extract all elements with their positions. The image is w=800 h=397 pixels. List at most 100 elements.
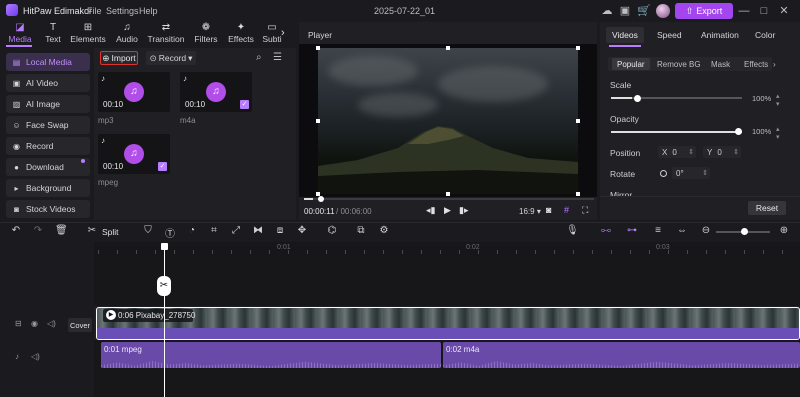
stepper-icon[interactable]: ⇕ bbox=[733, 148, 739, 156]
media-item-m4a[interactable]: ♪ ♫ 00:10 ✓ bbox=[180, 72, 252, 112]
media-item-mp3[interactable]: ♪ ♫ 00:10 bbox=[98, 72, 170, 112]
tab-subtitles[interactable]: ▭ Subti bbox=[262, 22, 282, 48]
stepper-icon[interactable]: ⇕ bbox=[688, 148, 694, 156]
import-button[interactable]: ⊕ Import bbox=[100, 51, 138, 65]
tab-effects[interactable]: ✦ Effects bbox=[226, 22, 256, 48]
stabilize-icon[interactable]: ✥ bbox=[296, 225, 308, 236]
cloud-upload-icon[interactable]: ☁ bbox=[600, 4, 614, 18]
chevron-right-icon[interactable]: › bbox=[773, 60, 776, 69]
crop-grid-icon[interactable]: # bbox=[564, 205, 569, 215]
time-ruler[interactable] bbox=[94, 242, 800, 256]
tab-elements[interactable]: ⊞ Elements bbox=[70, 22, 105, 48]
rotate-dial-icon[interactable] bbox=[660, 170, 667, 177]
tab-animation[interactable]: Animation bbox=[701, 30, 739, 40]
media-item-mpeg[interactable]: ♪ ♫ 00:10 ✓ bbox=[98, 134, 170, 174]
snapshot-icon[interactable]: ◙ bbox=[546, 205, 551, 215]
search-icon[interactable]: ⌕ bbox=[256, 52, 268, 64]
split-button[interactable]: Split bbox=[102, 227, 119, 237]
maximize-icon[interactable]: □ bbox=[757, 4, 771, 18]
sub-tab-effects[interactable]: Effects bbox=[744, 60, 768, 69]
sub-tab-popular[interactable]: Popular bbox=[617, 60, 645, 69]
scale-slider-knob[interactable] bbox=[634, 95, 641, 102]
resize-handle[interactable] bbox=[316, 119, 320, 123]
position-y-field[interactable]: Y 0 ⇕ bbox=[703, 146, 741, 158]
sub-tab-remove-bg[interactable]: Remove BG bbox=[657, 60, 701, 69]
tab-color[interactable]: Color bbox=[755, 30, 775, 40]
list-view-icon[interactable]: ☰ bbox=[273, 52, 285, 64]
tab-filters[interactable]: ❁ Filters bbox=[193, 22, 219, 48]
resize-handle[interactable] bbox=[316, 46, 320, 50]
export-frame-icon[interactable]: ⧉ bbox=[355, 225, 367, 236]
minimize-icon[interactable]: — bbox=[737, 4, 751, 18]
scissors-icon[interactable]: ✂ bbox=[86, 225, 98, 236]
microphone-icon[interactable]: 🎙 bbox=[566, 225, 579, 236]
mute-icon[interactable]: ◁) bbox=[31, 352, 40, 361]
playhead-handle[interactable] bbox=[161, 243, 168, 250]
zoom-out-icon[interactable]: ⊖ bbox=[700, 225, 712, 236]
cover-button[interactable]: Cover bbox=[68, 318, 92, 332]
zoom-slider-knob[interactable] bbox=[741, 228, 748, 235]
resize-handle[interactable] bbox=[576, 119, 580, 123]
checkmark-icon[interactable]: ✓ bbox=[240, 100, 249, 109]
speed-icon[interactable]: ◔ bbox=[186, 225, 198, 236]
opacity-slider-knob[interactable] bbox=[735, 128, 742, 135]
menu-settings[interactable]: Settings bbox=[106, 6, 139, 16]
checkmark-icon[interactable]: ✓ bbox=[158, 162, 167, 171]
close-icon[interactable]: ✕ bbox=[777, 4, 791, 18]
track-icon[interactable]: ≡ bbox=[652, 225, 664, 236]
magnet-icon[interactable]: ⊶ bbox=[626, 225, 638, 236]
video-clip[interactable] bbox=[96, 307, 800, 340]
mask-icon[interactable]: ⛉ bbox=[142, 225, 154, 236]
audio-clip-m4a[interactable]: 0:02 m4a bbox=[443, 342, 800, 368]
split-scissors-icon[interactable]: ✂ bbox=[157, 276, 171, 296]
record-dropdown[interactable]: ⊙ Record ▾ bbox=[146, 51, 196, 65]
sidebar-item-local-media[interactable]: ▤ Local Media bbox=[6, 53, 90, 71]
opacity-slider[interactable] bbox=[611, 131, 742, 133]
audio-clip-mpeg[interactable]: 0:01 mpeg bbox=[101, 342, 441, 368]
player-progress-bar[interactable] bbox=[304, 198, 594, 200]
opacity-value[interactable]: 100% bbox=[752, 127, 771, 136]
fullscreen-icon[interactable]: ⛶ bbox=[582, 205, 588, 216]
resize-handle[interactable] bbox=[576, 192, 580, 196]
sidebar-item-ai-video[interactable]: ▣ AI Video bbox=[6, 74, 90, 92]
sidebar-item-ai-image[interactable]: ▨ AI Image bbox=[6, 95, 90, 113]
link-icon[interactable]: ⧟ bbox=[600, 225, 612, 236]
tab-videos[interactable]: Videos bbox=[612, 30, 638, 40]
sidebar-item-record[interactable]: ◉ Record bbox=[6, 137, 90, 155]
settings-icon[interactable]: ⚙ bbox=[378, 225, 390, 236]
menu-file[interactable]: File bbox=[87, 6, 102, 16]
delete-icon[interactable]: 🗑 bbox=[55, 225, 68, 236]
position-x-field[interactable]: X 0 ⇕ bbox=[658, 146, 696, 158]
freeze-icon[interactable]: ⧈ bbox=[274, 225, 286, 236]
tab-speed[interactable]: Speed bbox=[657, 30, 682, 40]
sidebar-item-background[interactable]: ▸ Background bbox=[6, 179, 90, 197]
resize-handle[interactable] bbox=[446, 46, 450, 50]
stepper-icon[interactable]: ⇕ bbox=[702, 169, 708, 177]
stepper-icon[interactable]: ▴ ▾ bbox=[776, 92, 780, 108]
next-frame-icon[interactable]: ▮▸ bbox=[459, 205, 468, 216]
aspect-ratio-dropdown[interactable]: 16:9 ▾ bbox=[519, 207, 541, 216]
menu-help[interactable]: Help bbox=[139, 6, 158, 16]
tab-audio[interactable]: ♫ Audio bbox=[114, 22, 140, 48]
sub-tab-mask[interactable]: Mask bbox=[711, 60, 730, 69]
zoom-in-icon[interactable]: ⊕ bbox=[778, 225, 790, 236]
crop-icon[interactable]: ⌗ bbox=[208, 225, 220, 236]
fit-icon[interactable]: ⇔ bbox=[676, 225, 688, 236]
resize-handle[interactable] bbox=[446, 192, 450, 196]
avatar[interactable] bbox=[656, 4, 670, 18]
text-box-icon[interactable]: Ⓣ bbox=[164, 225, 176, 240]
prev-frame-icon[interactable]: ◂▮ bbox=[426, 205, 435, 216]
cart-icon[interactable]: 🛒 bbox=[637, 4, 651, 18]
play-icon[interactable]: ▶ bbox=[106, 310, 116, 320]
sidebar-item-download[interactable]: ● Download bbox=[6, 158, 90, 176]
layout-icon[interactable]: ▣ bbox=[618, 4, 632, 18]
transform-icon[interactable]: ⤢ bbox=[230, 225, 242, 236]
playhead[interactable] bbox=[164, 248, 165, 397]
scale-value[interactable]: 100% bbox=[752, 94, 771, 103]
eye-icon[interactable]: ◉ bbox=[31, 319, 38, 328]
redo-icon[interactable]: ↷ bbox=[32, 225, 44, 236]
progress-handle[interactable] bbox=[318, 196, 324, 202]
tab-text[interactable]: T Text bbox=[42, 22, 64, 48]
scale-slider[interactable] bbox=[611, 97, 742, 99]
rotate-field[interactable]: 0° ⇕ bbox=[672, 167, 710, 179]
